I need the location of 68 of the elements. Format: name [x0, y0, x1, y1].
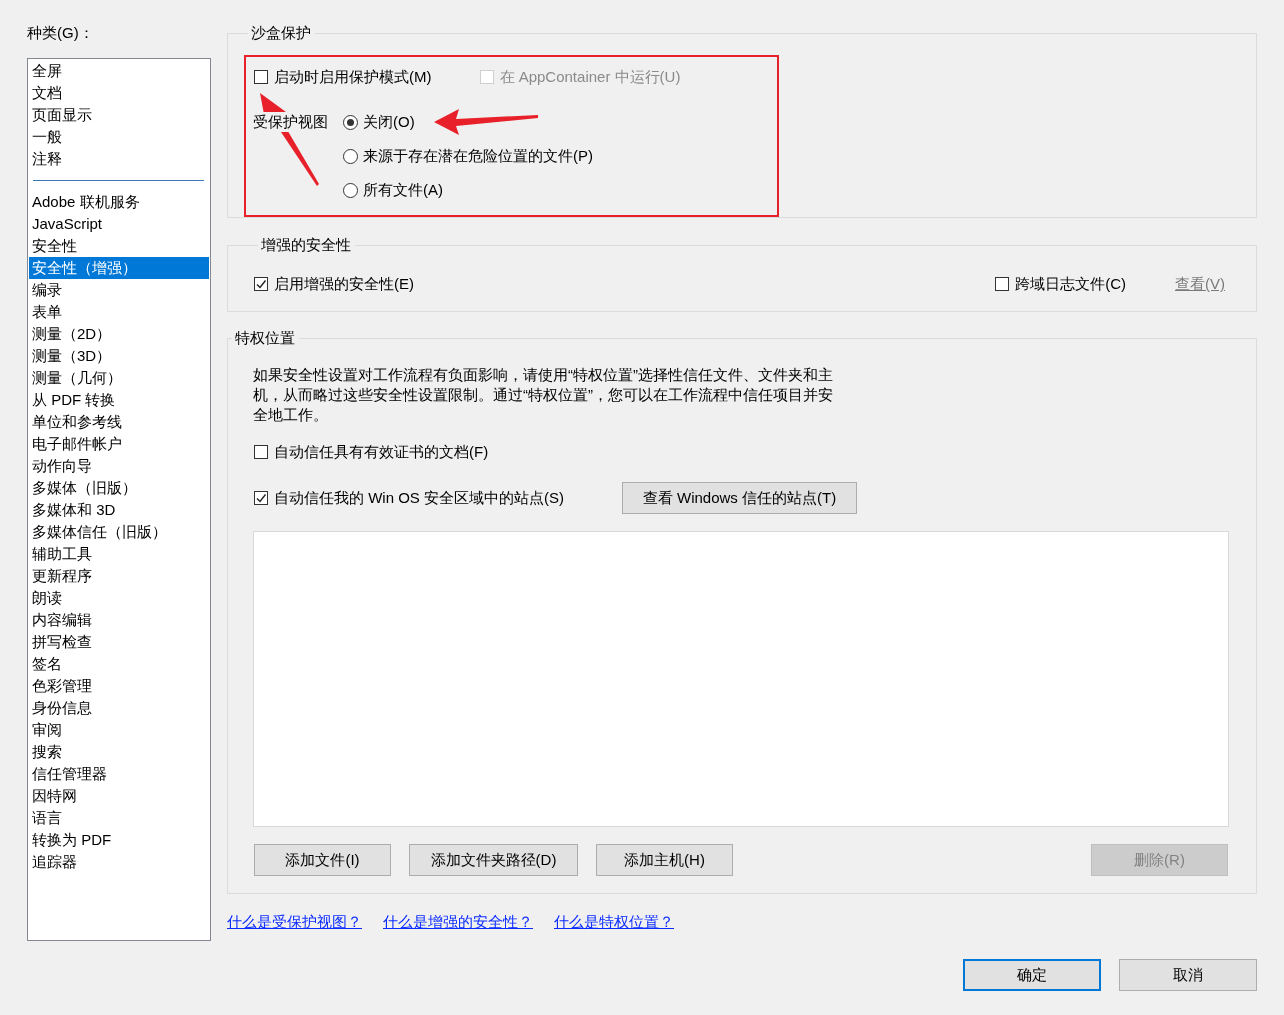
- checkbox[interactable]: [254, 70, 268, 84]
- category-item[interactable]: 表单: [29, 301, 209, 323]
- category-item[interactable]: 编录: [29, 279, 209, 301]
- checkbox-label: 启动时启用保护模式(M): [274, 67, 432, 87]
- category-item[interactable]: 追踪器: [29, 851, 209, 873]
- category-item[interactable]: 更新程序: [29, 565, 209, 587]
- dialog-button[interactable]: 确定: [963, 959, 1101, 991]
- category-item[interactable]: 页面显示: [29, 104, 209, 126]
- checkbox-label: 自动信任我的 Win OS 安全区域中的站点(S): [274, 488, 564, 508]
- action-button[interactable]: 添加文件(I): [254, 844, 391, 876]
- help-link[interactable]: 什么是受保护视图？: [227, 913, 362, 930]
- view-sites-button[interactable]: 查看 Windows 信任的站点(T): [622, 482, 857, 514]
- category-item[interactable]: 转换为 PDF: [29, 829, 209, 851]
- category-item[interactable]: Adobe 联机服务: [29, 191, 209, 213]
- group-title: 增强的安全性: [260, 235, 352, 255]
- category-item[interactable]: 因特网: [29, 785, 209, 807]
- radio-button[interactable]: [343, 148, 358, 164]
- description-text: 如果安全性设置对工作流程有负面影响，请使用“特权位置”选择性信任文件、文件夹和主机，从而略过这些安全性设置限制。通过“特权位置”，您可以在工作流程中信任项目并安全地工作。: [253, 365, 834, 425]
- action-button[interactable]: 添加主机(H): [596, 844, 733, 876]
- category-item[interactable]: 安全性（增强）: [29, 257, 209, 279]
- category-item[interactable]: JavaScript: [29, 213, 209, 235]
- category-label: 种类(G)：: [27, 23, 94, 43]
- help-link[interactable]: 什么是增强的安全性？: [383, 913, 533, 930]
- checkbox-label: 跨域日志文件(C): [1015, 274, 1126, 294]
- category-item[interactable]: 朗读: [29, 587, 209, 609]
- category-item[interactable]: 安全性: [29, 235, 209, 257]
- category-item[interactable]: 单位和参考线: [29, 411, 209, 433]
- checkbox[interactable]: [254, 445, 268, 459]
- action-button[interactable]: 添加文件夹路径(D): [409, 844, 578, 876]
- category-item[interactable]: 多媒体和 3D: [29, 499, 209, 521]
- category-item[interactable]: 电子邮件帐户: [29, 433, 209, 455]
- checkbox-label: 自动信任具有有效证书的文档(F): [274, 442, 489, 462]
- category-item[interactable]: 从 PDF 转换: [29, 389, 209, 411]
- category-item[interactable]: 拼写检查: [29, 631, 209, 653]
- checkbox[interactable]: [254, 491, 268, 505]
- category-item[interactable]: 色彩管理: [29, 675, 209, 697]
- category-item[interactable]: 测量（2D）: [29, 323, 209, 345]
- checkbox-label: 启用增强的安全性(E): [274, 274, 414, 294]
- radio-label: 来源于存在潜在危险位置的文件(P): [363, 146, 593, 166]
- category-item[interactable]: 注释: [29, 148, 209, 170]
- help-link[interactable]: 什么是特权位置？: [554, 913, 674, 930]
- category-item[interactable]: 一般: [29, 126, 209, 148]
- group-title: 沙盒保护: [250, 23, 312, 43]
- category-item[interactable]: 身份信息: [29, 697, 209, 719]
- category-item[interactable]: 审阅: [29, 719, 209, 741]
- dialog-button[interactable]: 取消: [1119, 959, 1257, 991]
- checkbox[interactable]: [254, 277, 268, 291]
- category-item[interactable]: 多媒体（旧版）: [29, 477, 209, 499]
- category-item[interactable]: 搜索: [29, 741, 209, 763]
- category-item[interactable]: 动作向导: [29, 455, 209, 477]
- category-item[interactable]: 辅助工具: [29, 543, 209, 565]
- category-item[interactable]: 全屏: [29, 60, 209, 82]
- checkbox-label: 在 AppContainer 中运行(U): [499, 67, 681, 87]
- category-item[interactable]: 测量（3D）: [29, 345, 209, 367]
- radio-label: 所有文件(A): [363, 180, 443, 200]
- radio-button[interactable]: [343, 114, 358, 130]
- category-item[interactable]: 信任管理器: [29, 763, 209, 785]
- category-item[interactable]: 语言: [29, 807, 209, 829]
- group-title: 特权位置: [234, 328, 296, 348]
- radio-label: 关闭(O): [363, 112, 415, 132]
- category-item[interactable]: 多媒体信任（旧版）: [29, 521, 209, 543]
- radio-button[interactable]: [343, 182, 358, 198]
- checkbox[interactable]: [995, 277, 1010, 291]
- protected-view-label: 受保护视图: [253, 112, 328, 132]
- category-item[interactable]: 签名: [29, 653, 209, 675]
- category-item[interactable]: 文档: [29, 82, 209, 104]
- category-item[interactable]: 测量（几何）: [29, 367, 209, 389]
- category-item[interactable]: 内容编辑: [29, 609, 209, 631]
